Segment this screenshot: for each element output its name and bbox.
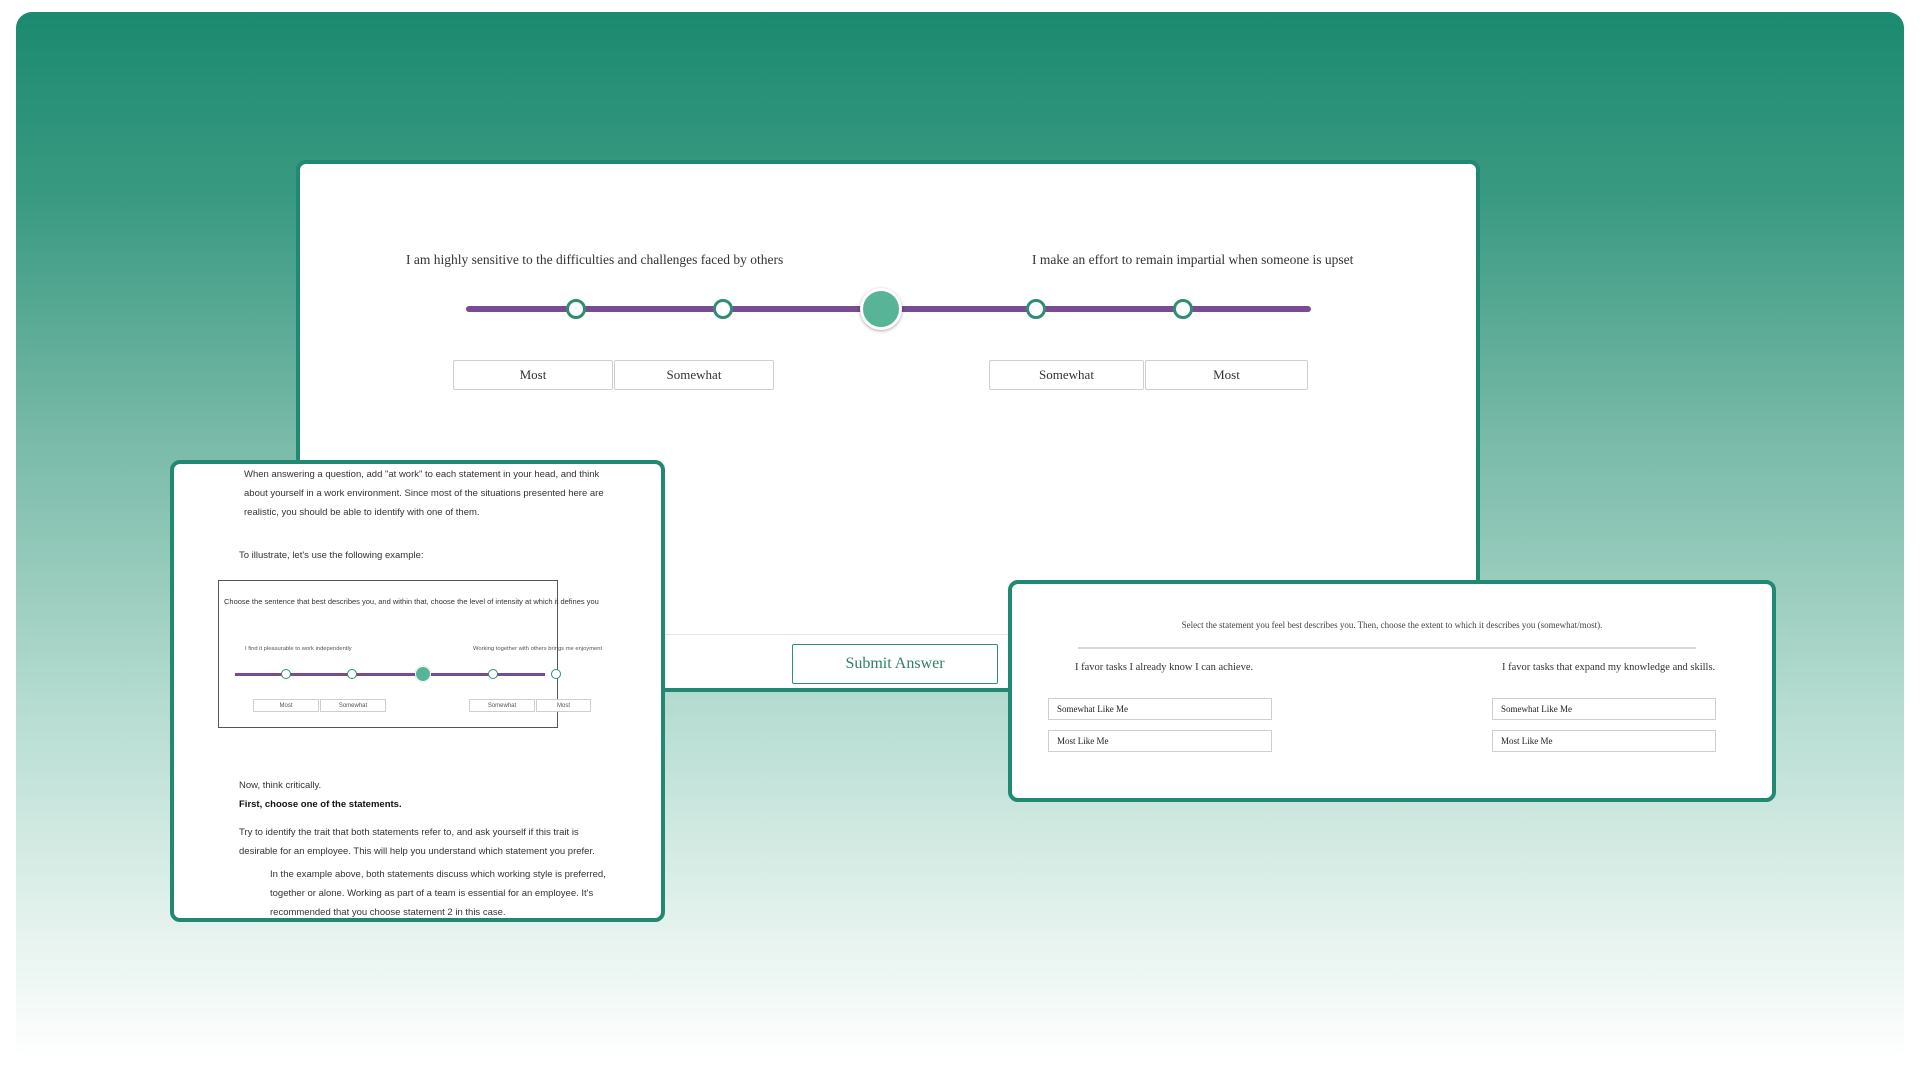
- select-statement-right: I favor tasks that expand my knowledge a…: [1502, 662, 1716, 673]
- instructions-paragraph-5: Try to identify the trait that both stat…: [239, 827, 595, 857]
- submit-answer-button[interactable]: Submit Answer: [792, 644, 998, 684]
- instructions-card: When answering a question, add "at work"…: [170, 460, 665, 922]
- option-somewhat-right[interactable]: Somewhat: [989, 360, 1144, 390]
- example-option-somewhat-right: Somewhat: [469, 699, 535, 712]
- instructions-paragraph-6: In the example above, both statements di…: [270, 869, 606, 918]
- example-slider-stop: [551, 669, 561, 679]
- option-somewhat-like-me-right[interactable]: Somewhat Like Me: [1492, 698, 1716, 720]
- instructions-paragraph-3: Now, think critically.: [239, 780, 322, 791]
- example-option-most-left: Most: [253, 699, 319, 712]
- instructions-paragraph-4: First, choose one of the statements.: [239, 799, 402, 810]
- example-slider-stop: [347, 669, 357, 679]
- instructions-paragraph-1: When answering a question, add "at work"…: [244, 469, 604, 518]
- example-slider-stop: [488, 669, 498, 679]
- example-heading: Choose the sentence that best describes …: [224, 597, 599, 606]
- option-most-like-me-right[interactable]: Most Like Me: [1492, 730, 1716, 752]
- option-most-like-me-left[interactable]: Most Like Me: [1048, 730, 1272, 752]
- select-instruction: Select the statement you feel best descr…: [1181, 620, 1603, 630]
- statement-select-card: Select the statement you feel best descr…: [1008, 580, 1776, 802]
- example-statement-left: I find it pleasurable to work independen…: [245, 646, 352, 652]
- example-option-most-right: Most: [536, 699, 591, 712]
- statement-left[interactable]: I am highly sensitive to the difficultie…: [406, 252, 783, 268]
- option-most-right[interactable]: Most: [1145, 360, 1308, 390]
- slider-stop-somewhat-left[interactable]: [713, 299, 733, 319]
- example-slider-handle: [415, 666, 431, 682]
- example-option-somewhat-left: Somewhat: [320, 699, 386, 712]
- example-figure: Choose the sentence that best describes …: [218, 580, 602, 728]
- option-somewhat-like-me-left[interactable]: Somewhat Like Me: [1048, 698, 1272, 720]
- instructions-paragraph-2: To illustrate, let's use the following e…: [239, 550, 424, 561]
- slider-stop-most-left[interactable]: [566, 299, 586, 319]
- slider-stop-somewhat-right[interactable]: [1026, 299, 1046, 319]
- example-slider-stop: [281, 669, 291, 679]
- option-somewhat-left[interactable]: Somewhat: [614, 360, 774, 390]
- select-statement-left: I favor tasks I already know I can achie…: [1075, 662, 1254, 673]
- slider-handle[interactable]: [860, 288, 902, 330]
- example-statement-right: Working together with others brings me e…: [473, 646, 603, 652]
- slider-stop-most-right[interactable]: [1173, 299, 1193, 319]
- select-divider: [1078, 647, 1696, 649]
- option-most-left[interactable]: Most: [453, 360, 613, 390]
- statement-right[interactable]: I make an effort to remain impartial whe…: [1032, 252, 1353, 268]
